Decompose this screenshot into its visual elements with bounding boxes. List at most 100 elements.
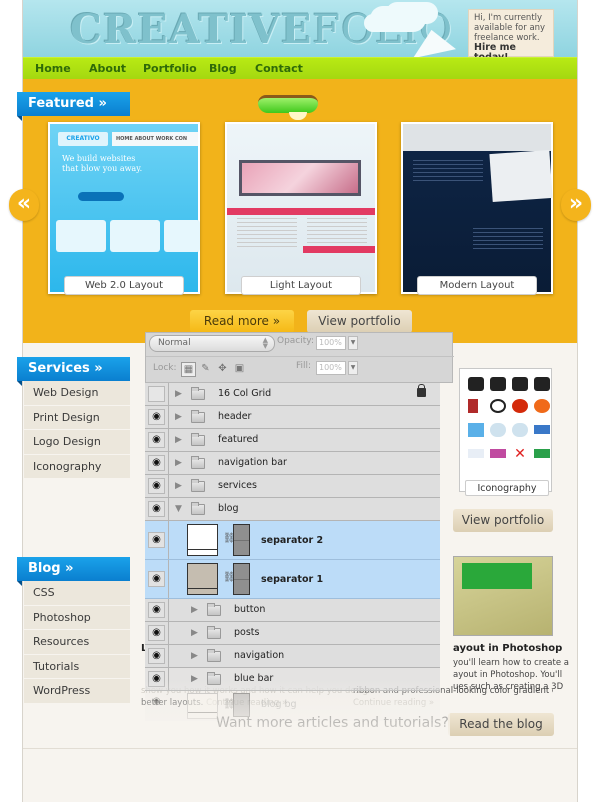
fill-label: Fill: — [296, 361, 312, 371]
hire-me-note[interactable]: Hi, I'm currently available for any free… — [468, 9, 554, 63]
read-more-button[interactable]: Read more » — [190, 310, 294, 333]
nav-blog[interactable]: Blog — [209, 62, 237, 75]
blog-category[interactable]: Tutorials — [24, 654, 130, 679]
lock-move-icon[interactable]: ✥ — [215, 362, 230, 377]
camera-icon — [512, 377, 528, 391]
services-heading: Services » — [17, 357, 130, 386]
expand-triangle-icon[interactable]: ▶ — [175, 412, 182, 422]
services-view-portfolio-button[interactable]: View portfolio — [453, 509, 553, 532]
layer-row[interactable]: ◉ ▶ featured — [145, 429, 440, 452]
lock-icon — [417, 384, 426, 397]
opacity-label: Opacity: — [277, 336, 314, 346]
thumb-text — [413, 160, 483, 184]
folder-icon — [207, 603, 221, 616]
expand-triangle-icon[interactable]: ▶ — [175, 389, 182, 399]
services-item[interactable]: Print Design — [24, 405, 130, 430]
layer-name: featured — [218, 434, 259, 445]
eye-icon[interactable]: ◉ — [148, 648, 165, 664]
thumb-headline: We build websites that blow you away. — [62, 154, 143, 173]
blog-category[interactable]: WordPress — [24, 679, 130, 704]
layer-row[interactable]: ◉ ▶ blue bar — [145, 668, 440, 691]
blog-category[interactable]: Photoshop — [24, 605, 130, 630]
layer-row[interactable]: ◉ ▶ header — [145, 406, 440, 429]
blog-category[interactable]: CSS — [24, 581, 130, 606]
blog-category[interactable]: Resources — [24, 630, 130, 655]
layer-row[interactable]: ◉ ▶ services — [145, 475, 440, 498]
eye-icon[interactable]: ◉ — [148, 432, 165, 448]
nav-home[interactable]: Home — [35, 62, 71, 75]
eye-icon[interactable]: ◉ — [148, 455, 165, 471]
nav-contact[interactable]: Contact — [255, 62, 303, 75]
lock-all-icon[interactable]: ▣ — [232, 362, 247, 377]
card-icon — [534, 449, 550, 458]
divider — [168, 560, 169, 598]
expand-triangle-icon[interactable]: ▶ — [175, 481, 182, 491]
layer-row[interactable]: ◉ ▶ button — [145, 599, 440, 622]
featured-item-modern[interactable]: Modern Layout — [401, 122, 553, 295]
view-portfolio-button[interactable]: View portfolio — [307, 310, 412, 333]
expand-triangle-icon[interactable]: ▶ — [191, 628, 198, 638]
lock-brush-icon[interactable]: ✎ — [198, 362, 213, 377]
featured-item-light[interactable]: Light Layout — [225, 122, 377, 295]
layer-row[interactable]: ▶ 16 Col Grid — [145, 383, 440, 406]
layer-thumbnail — [187, 524, 218, 556]
eye-icon[interactable]: ◉ — [148, 625, 165, 641]
expand-triangle-icon[interactable]: ▶ — [191, 605, 198, 615]
collapse-triangle-icon[interactable]: ▼ — [175, 504, 182, 514]
opacity-dropdown[interactable]: ▼ — [348, 336, 358, 350]
lock-transparency-icon[interactable]: ▦ — [181, 362, 196, 377]
camera-icon — [468, 377, 484, 391]
expand-triangle-icon[interactable]: ▶ — [175, 458, 182, 468]
fill-dropdown[interactable]: ▼ — [348, 361, 358, 375]
read-the-blog-button[interactable]: Read the blog — [448, 713, 554, 736]
eye-icon[interactable]: ◉ — [148, 694, 165, 710]
layer-row-selected[interactable]: ◉ ⛓ separator 2 — [145, 521, 440, 560]
post-title[interactable]: ayout in Photoshop — [453, 643, 562, 654]
layer-row[interactable]: ◉ ▼ blog — [145, 498, 440, 521]
expand-triangle-icon[interactable]: ▶ — [191, 651, 198, 661]
layer-row[interactable]: ◉ ▶ posts — [145, 622, 440, 645]
speech-bubble-icon — [490, 423, 506, 437]
lamp-icon — [258, 95, 318, 113]
eye-icon[interactable]: ◉ — [148, 501, 165, 517]
featured-item-web20[interactable]: CREATIVO HOME ABOUT WORK CON We build we… — [48, 122, 200, 295]
layer-row[interactable]: ◉ ▶ navigation — [145, 645, 440, 668]
eye-icon[interactable]: ◉ — [148, 571, 165, 587]
carousel-prev-button[interactable]: « — [9, 189, 39, 221]
layer-row[interactable]: ◉ ▶ navigation bar — [145, 452, 440, 475]
eye-icon[interactable]: ◉ — [148, 532, 165, 548]
paypal-icon — [468, 449, 484, 458]
featured-heading: Featured » — [17, 92, 130, 121]
divider — [168, 475, 169, 497]
divider — [168, 498, 169, 520]
expand-triangle-icon[interactable]: ▶ — [191, 674, 198, 684]
folder-icon — [191, 456, 205, 469]
fill-input[interactable]: 100% — [316, 361, 346, 375]
thumb-label: Modern Layout — [417, 276, 537, 295]
nav-portfolio[interactable]: Portfolio — [143, 62, 197, 75]
expand-triangle-icon[interactable]: ▶ — [175, 435, 182, 445]
divider — [168, 668, 169, 690]
blend-mode-select[interactable]: Normal ▲ ▼ — [149, 335, 275, 352]
opacity-input[interactable]: 100% — [316, 336, 346, 350]
layer-row[interactable]: ◉ ⛓ blog bg — [145, 691, 440, 721]
services-item[interactable]: Logo Design — [24, 430, 130, 455]
eye-icon[interactable]: ◉ — [148, 478, 165, 494]
nav-about[interactable]: About — [89, 62, 126, 75]
thumb-brand: CREATIVO — [58, 132, 108, 146]
carousel-next-button[interactable]: » — [561, 189, 591, 221]
layer-name: blog bg — [261, 699, 297, 710]
services-item[interactable]: Web Design — [24, 381, 130, 406]
thumb-button — [78, 192, 124, 201]
post-image[interactable] — [453, 556, 553, 636]
eye-icon[interactable]: ◉ — [148, 671, 165, 687]
visibility-toggle[interactable] — [148, 386, 165, 402]
iconography-thumbnail[interactable]: ✕ — [459, 368, 552, 492]
divider — [168, 383, 169, 405]
services-item[interactable]: Iconography — [24, 454, 130, 479]
eye-icon[interactable]: ◉ — [148, 602, 165, 618]
layer-row-selected[interactable]: ◉ ⛓ separator 1 — [145, 560, 440, 599]
eye-icon[interactable]: ◉ — [148, 409, 165, 425]
layer-name: 16 Col Grid — [218, 388, 272, 399]
lock-label: Lock: — [153, 363, 177, 373]
